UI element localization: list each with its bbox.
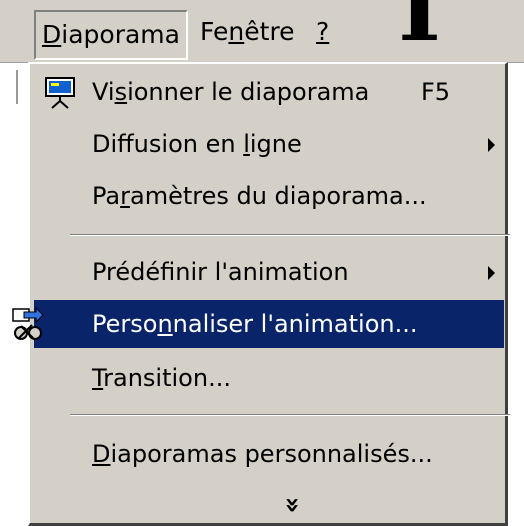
menu-item-parametres-diaporama[interactable]: Paramètres du diaporama... (34, 172, 504, 220)
custom-animation-icon (12, 306, 44, 340)
menu-fenetre[interactable]: Fenêtre (200, 10, 295, 54)
menu-bar: Diaporama Fenêtre ? I (0, 0, 524, 63)
menu-item-predefinir-animation[interactable]: Prédéfinir l'animation (34, 248, 504, 296)
expand-menu-icon[interactable]: » (277, 497, 307, 514)
submenu-arrow-icon (488, 266, 495, 280)
shortcut-label: F5 (421, 78, 451, 106)
text-cursor-glyph: I (398, 0, 442, 62)
menu-item-transition[interactable]: Transition... (34, 354, 504, 402)
submenu-arrow-icon (488, 138, 495, 152)
menu-diaporama[interactable]: Diaporama (34, 10, 188, 60)
menu-item-personnaliser-animation[interactable]: Personnaliser l'animation... (12, 300, 504, 348)
diaporama-dropdown-menu: Visionner le diaporama F5 Diffusion en l… (12, 62, 510, 526)
menu-item-visionner-diaporama[interactable]: Visionner le diaporama F5 (34, 68, 504, 116)
menu-help[interactable]: ? (316, 10, 329, 54)
menu-separator (70, 234, 510, 236)
slideshow-icon (45, 77, 75, 109)
menu-item-diaporamas-personnalises[interactable]: Diaporamas personnalisés... (34, 430, 504, 478)
menu-separator (70, 414, 510, 416)
menu-item-diffusion-en-ligne[interactable]: Diffusion en ligne (34, 120, 504, 168)
